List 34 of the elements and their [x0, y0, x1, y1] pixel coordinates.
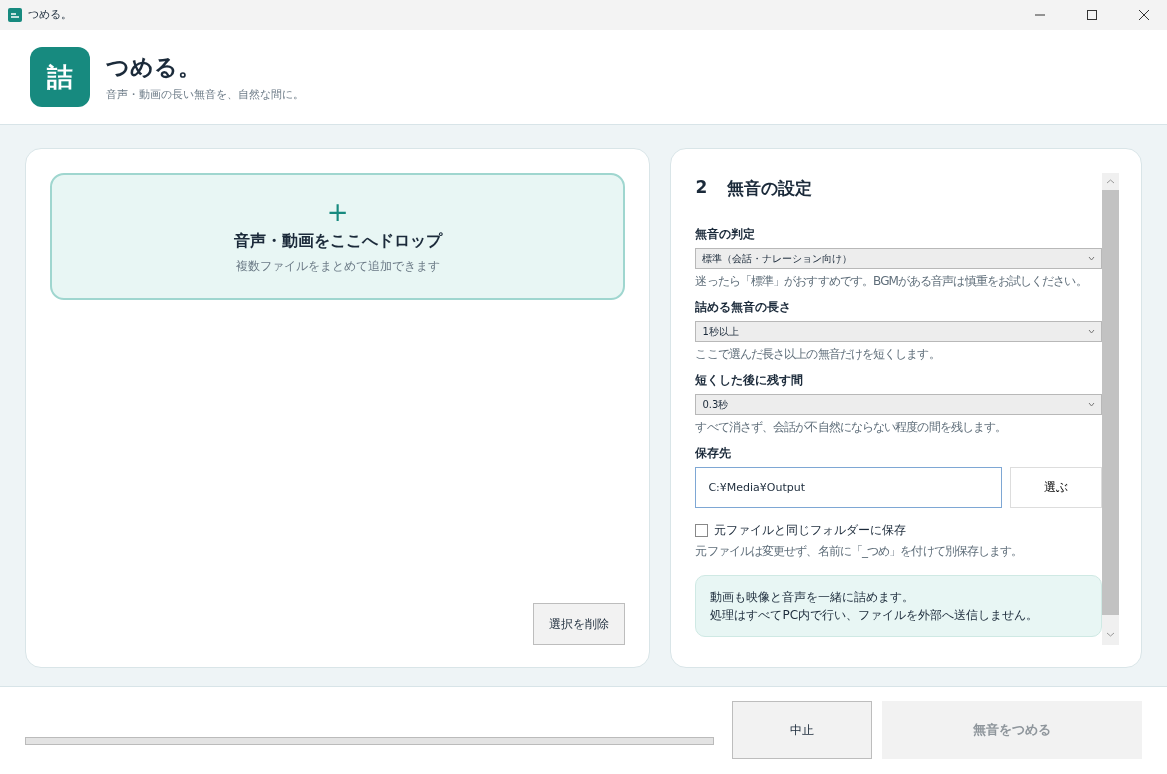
plus-icon: +	[326, 198, 349, 225]
drop-hint: 複数ファイルをまとめて追加できます	[235, 257, 440, 275]
folder-path-field[interactable]: C:¥Media¥Output	[695, 467, 1002, 509]
choose-button[interactable]: 選ぶ	[1010, 467, 1102, 509]
field-label: 保存先	[695, 445, 733, 463]
section-title: 無音の設定	[727, 177, 813, 201]
drop-zone[interactable]: + 音声・動画をここへドロップ 複数ファイルをまとめて追加できます	[50, 173, 626, 301]
checkbox-label[interactable]: 元ファイルと同じフォルダーに保存	[714, 522, 907, 540]
step-number: 2	[695, 177, 708, 200]
chevron-icon	[1088, 256, 1095, 262]
chevron-icon	[1088, 402, 1095, 408]
hint-text: ここで選んだ長さ以上の無音だけを短くします。	[695, 346, 941, 364]
window-title: つめる。	[28, 7, 73, 23]
drop-title: 音声・動画をここへドロップ	[233, 230, 442, 252]
field-label: 無音の判定	[695, 226, 757, 244]
app-title: つめる。	[106, 53, 202, 83]
notice-text: 処理はすべてPC内で行い、ファイルを外部へ送信しません。	[710, 607, 1040, 625]
field-label: 詰める無音の長さ	[695, 299, 793, 317]
app-subtitle: 音声・動画の長い無音を、自然な間に。	[106, 87, 304, 103]
field-label: 短くした後に残す間	[695, 372, 805, 390]
scrollbar[interactable]	[1102, 173, 1119, 646]
app-logo: 詰	[30, 47, 90, 108]
dropdown[interactable]: 標準（会話・ナレーション向け）	[695, 248, 1102, 270]
hint-text: すべて消さず、会話が不自然にならない程度の間を残します。	[695, 419, 1008, 437]
notice-text: 動画も映像と音声を一緒に詰めます。	[710, 589, 916, 607]
app-icon	[8, 7, 22, 22]
chevron-icon	[1088, 329, 1095, 335]
checkbox[interactable]	[695, 524, 709, 538]
dropdown[interactable]: 1秒以上	[695, 321, 1102, 343]
remove-selected-button[interactable]: 選択を削除	[533, 603, 626, 646]
hint-text: 元ファイルは変更せず、名前に「_つめ」を付けて別保存します。	[695, 543, 1024, 561]
dropdown[interactable]: 0.3秒	[695, 394, 1102, 416]
cancel-button[interactable]: 中止	[732, 701, 873, 760]
hint-text: 迷ったら「標準」がおすすめです。BGMがある音声は慎重をお試しください。	[695, 273, 1088, 291]
